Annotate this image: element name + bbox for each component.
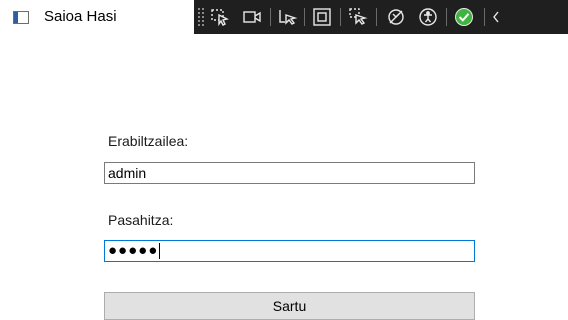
debug-toolbar [194,0,568,34]
cursor-select-icon[interactable] [276,5,300,29]
select-element-icon[interactable] [208,5,232,29]
binding-failures-icon[interactable] [384,5,408,29]
window-title: Saioa Hasi [44,8,117,25]
sign-in-button[interactable]: Sartu [104,292,475,320]
username-label: Erabiltzailea: [108,133,189,149]
track-focused-element-icon[interactable] [346,5,370,29]
username-value: admin [108,165,147,181]
window-app-icon [13,11,29,24]
toolbar-separator [270,8,271,26]
check-circle-icon[interactable] [452,5,476,29]
password-label: Pasahitza: [108,212,174,228]
password-masked-value: ●●●●● [108,242,159,259]
collapse-chevron-icon[interactable] [488,5,504,29]
toolbar-separator [376,8,377,26]
video-camera-icon[interactable] [240,5,264,29]
text-caret [159,243,161,259]
toolbar-grip-icon[interactable] [198,7,204,27]
toolbar-separator [484,8,485,26]
title-bar: Saioa Hasi [0,0,568,34]
toolbar-separator [340,8,341,26]
password-field[interactable]: ●●●●● [104,240,475,262]
toolbar-separator [446,8,447,26]
username-field[interactable]: admin [104,162,475,184]
toolbar-separator [304,8,305,26]
accessibility-icon[interactable] [416,5,440,29]
display-layout-adorners-icon[interactable] [310,5,334,29]
